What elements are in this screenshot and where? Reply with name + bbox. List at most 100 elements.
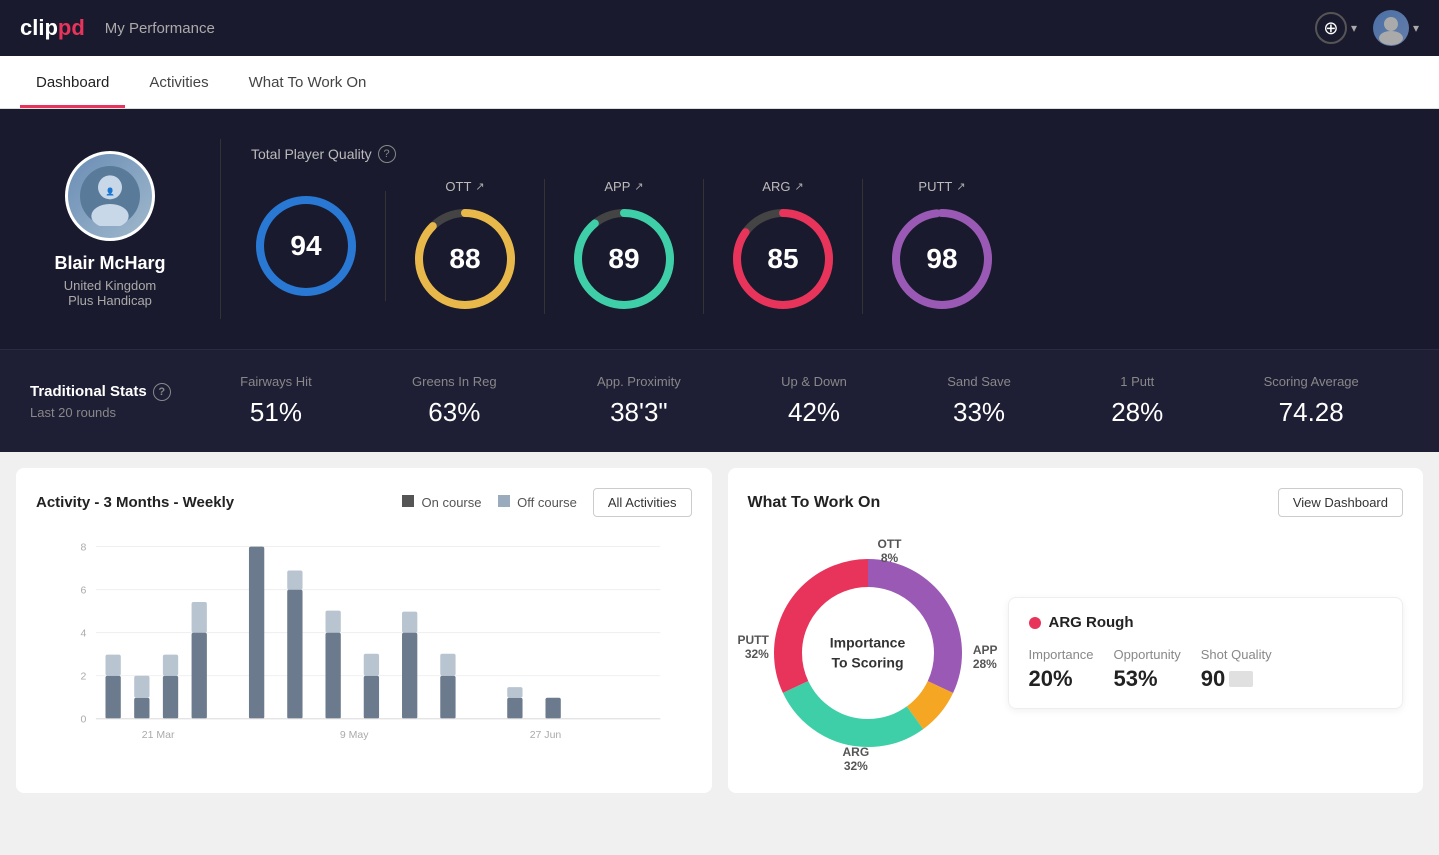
donut-label-putt: PUTT 32% [738, 633, 769, 661]
stats-items: Fairways Hit 51% Greens In Reg 63% App. … [190, 374, 1409, 428]
svg-text:👤: 👤 [105, 187, 114, 196]
bar-11-on [507, 698, 522, 719]
bar-7-off [325, 611, 340, 633]
svg-text:4: 4 [80, 627, 86, 639]
scores-section: Total Player Quality ? 94 OTT ↗ [251, 145, 1409, 314]
bar-12-on [545, 698, 560, 719]
help-icon[interactable]: ? [378, 145, 396, 163]
circle-app: 89 [569, 204, 679, 314]
legend-on-course: On course [402, 495, 482, 510]
stat-up-down-value: 42% [781, 397, 847, 428]
work-card-title: ARG Rough [1029, 614, 1383, 631]
off-course-dot [498, 495, 510, 507]
app-arrow: ↗ [634, 180, 643, 193]
bar-9-on [402, 633, 417, 719]
logo[interactable]: clippd [20, 15, 85, 41]
metric-opportunity-label: Opportunity [1114, 647, 1181, 662]
svg-text:9 May: 9 May [340, 729, 369, 741]
stat-fairways-value: 51% [240, 397, 312, 428]
score-ott-label: OTT ↗ [445, 179, 484, 194]
bar-4-off [192, 602, 207, 633]
circle-putt: 98 [887, 204, 997, 314]
metric-shot-quality-value: 90 [1201, 666, 1225, 692]
bar-7-on [325, 633, 340, 719]
header-title: My Performance [105, 20, 215, 37]
score-arg: ARG ↗ 85 [704, 179, 863, 314]
activity-header: Activity - 3 Months - Weekly On course O… [36, 488, 692, 517]
stats-help-icon[interactable]: ? [153, 383, 171, 401]
header-right: ⊕ ▾ ▾ [1315, 10, 1419, 46]
work-panel: What To Work On View Dashboard Impo [728, 468, 1424, 793]
add-button[interactable]: ⊕ ▾ [1315, 12, 1357, 44]
all-activities-button[interactable]: All Activities [593, 488, 692, 517]
view-dashboard-button[interactable]: View Dashboard [1278, 488, 1403, 517]
stat-greens-label: Greens In Reg [412, 374, 497, 389]
bottom-panels: Activity - 3 Months - Weekly On course O… [0, 452, 1439, 809]
stat-one-putt: 1 Putt 28% [1111, 374, 1163, 428]
stat-proximity: App. Proximity 38'3" [597, 374, 681, 428]
stat-proximity-value: 38'3" [597, 397, 681, 428]
svg-text:21 Mar: 21 Mar [142, 729, 175, 741]
user-menu[interactable]: ▾ [1373, 10, 1419, 46]
svg-text:8: 8 [80, 541, 86, 553]
svg-text:2: 2 [80, 671, 86, 683]
score-total-value: 94 [290, 230, 321, 262]
bar-9-off [402, 612, 417, 633]
avatar[interactable] [1373, 10, 1409, 46]
metric-shot-quality-bar [1229, 671, 1253, 687]
stat-one-putt-label: 1 Putt [1111, 374, 1163, 389]
avatar-chevron: ▾ [1413, 21, 1419, 35]
work-content: Importance To Scoring OTT 8% APP 28% ARG [748, 533, 1404, 773]
stats-label: Traditional Stats ? Last 20 rounds [30, 383, 190, 420]
stat-fairways-label: Fairways Hit [240, 374, 312, 389]
bar-2-on [134, 698, 149, 719]
work-header: What To Work On View Dashboard [748, 488, 1404, 517]
work-title: What To Work On [748, 494, 881, 512]
stats-title: Traditional Stats ? [30, 383, 190, 401]
bar-1-on [105, 676, 120, 719]
score-app: APP ↗ 89 [545, 179, 704, 314]
circle-total: 94 [251, 191, 361, 301]
add-icon[interactable]: ⊕ [1315, 12, 1347, 44]
metric-shot-quality-label: Shot Quality [1201, 647, 1272, 662]
tab-activities[interactable]: Activities [133, 56, 224, 108]
logo-pd: pd [58, 15, 85, 40]
stat-scoring-label: Scoring Average [1264, 374, 1359, 389]
tab-what-to-work-on[interactable]: What To Work On [233, 56, 383, 108]
svg-text:27 Jun: 27 Jun [530, 729, 562, 741]
legend-off-course: Off course [498, 495, 577, 510]
donut-label-arg: ARG 32% [843, 745, 870, 773]
bar-6-on [287, 590, 302, 719]
stat-greens-value: 63% [412, 397, 497, 428]
score-ott-value: 88 [449, 243, 480, 275]
donut-label-ott: OTT 8% [878, 537, 902, 565]
bar-3-off [163, 655, 178, 676]
total-quality-label: Total Player Quality ? [251, 145, 1409, 163]
bar-6-off [287, 570, 302, 589]
bar-1-off [105, 655, 120, 676]
bar-2-off [134, 676, 149, 698]
stat-greens: Greens In Reg 63% [412, 374, 497, 428]
ott-arrow: ↗ [475, 180, 484, 193]
circle-arg: 85 [728, 204, 838, 314]
stats-row: Traditional Stats ? Last 20 rounds Fairw… [0, 349, 1439, 452]
bar-11-off [507, 687, 522, 698]
bar-5-on [249, 547, 264, 719]
stats-subtitle: Last 20 rounds [30, 405, 190, 420]
donut-container: Importance To Scoring OTT 8% APP 28% ARG [748, 533, 988, 773]
bar-8-off [364, 654, 379, 676]
score-app-value: 89 [608, 243, 639, 275]
stat-up-down: Up & Down 42% [781, 374, 847, 428]
metric-opportunity: Opportunity 53% [1114, 647, 1181, 692]
stat-up-down-label: Up & Down [781, 374, 847, 389]
metric-importance: Importance 20% [1029, 647, 1094, 692]
stat-sand-label: Sand Save [947, 374, 1011, 389]
stat-scoring-avg: Scoring Average 74.28 [1264, 374, 1359, 428]
score-arg-label: ARG ↗ [762, 179, 803, 194]
stat-fairways: Fairways Hit 51% [240, 374, 312, 428]
activity-legend: On course Off course [402, 495, 577, 510]
metric-importance-value: 20% [1029, 666, 1094, 692]
tab-dashboard[interactable]: Dashboard [20, 56, 125, 108]
stat-one-putt-value: 28% [1111, 397, 1163, 428]
score-putt-value: 98 [926, 243, 957, 275]
